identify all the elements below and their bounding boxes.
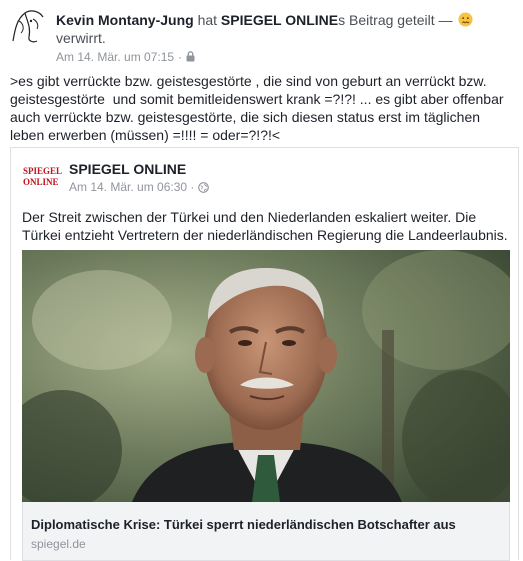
post-header: Kevin Montany-Jung hat SPIEGEL ONLINEs B… xyxy=(56,11,516,47)
meta-separator: · xyxy=(190,180,198,194)
post-timestamp[interactable]: Am 14. Mär. um 07:15 xyxy=(56,50,174,64)
shared-post-text: Der Streit zwischen der Türkei und den N… xyxy=(22,209,508,243)
shared-page-link[interactable]: SPIEGEL ONLINE xyxy=(221,12,338,28)
shared-post-card: SPIEGEL ONLINE SPIEGEL ONLINE Am 14. Mär… xyxy=(10,147,519,561)
shared-page-name-link[interactable]: SPIEGEL ONLINE xyxy=(69,161,186,177)
logo-line-1: SPIEGEL xyxy=(23,166,63,176)
lock-icon[interactable] xyxy=(186,50,195,66)
article-link-preview[interactable]: Diplomatische Krise: Türkei sperrt niede… xyxy=(22,502,510,561)
article-source: spiegel.de xyxy=(31,537,86,551)
shared-suffix-text: s Beitrag geteilt — xyxy=(338,12,457,28)
shared-post-meta: Am 14. Mär. um 06:30 · xyxy=(69,180,209,196)
author-avatar[interactable] xyxy=(9,7,47,45)
article-title[interactable]: Diplomatische Krise: Türkei sperrt niede… xyxy=(31,517,456,532)
author-name-link[interactable]: Kevin Montany-Jung xyxy=(56,12,194,28)
shared-post-timestamp[interactable]: Am 14. Mär. um 06:30 xyxy=(69,180,187,194)
feeling-text: verwirrt. xyxy=(56,30,106,46)
action-text: hat xyxy=(197,12,218,28)
confused-face-emoji-icon xyxy=(458,12,473,27)
spiegel-online-logo[interactable]: SPIEGEL ONLINE xyxy=(23,166,63,200)
meta-separator: · xyxy=(178,50,183,64)
article-image[interactable] xyxy=(22,250,510,502)
post-meta: Am 14. Mär. um 07:15 · xyxy=(56,49,195,66)
logo-line-2: ONLINE xyxy=(23,177,59,187)
post-body-text: >es gibt verrückte bzw. geistesgestörte … xyxy=(10,73,508,143)
globe-icon[interactable] xyxy=(197,182,209,196)
